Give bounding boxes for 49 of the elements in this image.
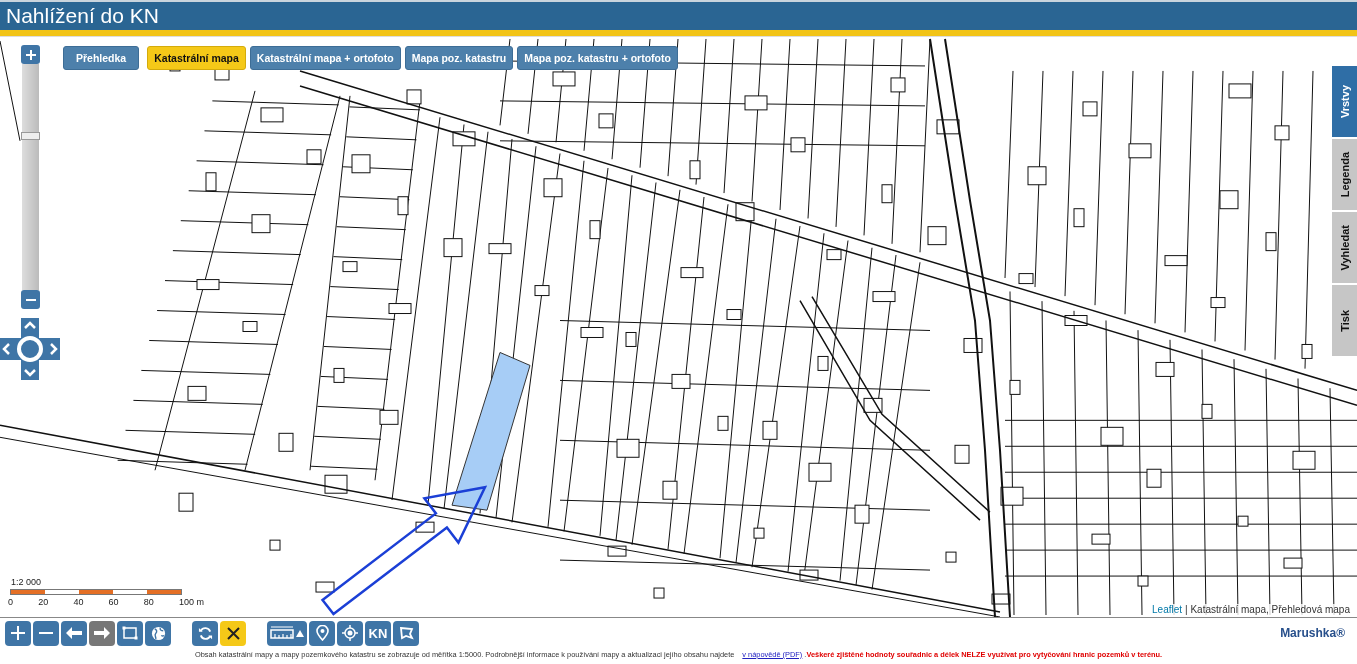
pan-control[interactable] [0,318,60,380]
layer-button[interactable]: Přehledka [63,46,140,70]
locate-button[interactable] [337,620,363,646]
marushka-logo: Marushka® [1280,626,1345,640]
text-button[interactable]: KN [365,620,391,646]
polygon-icon [398,626,414,640]
location-pin-icon [315,625,329,641]
scale-label: 60 [108,597,119,607]
right-arrow-icon [94,627,110,639]
refresh-icon [197,625,213,641]
refresh-button[interactable] [192,620,218,646]
window-title: Nahlížení do KN [6,4,159,28]
plus-icon [25,49,36,60]
scale-label: 100 m [178,597,204,607]
side-tab[interactable]: Vyhledat [1332,212,1357,283]
left-arrow-icon [66,627,82,639]
layer-button[interactable]: Mapa poz. katastru + ortofoto [517,46,678,70]
measure-button[interactable] [267,620,307,646]
layer-button[interactable]: Mapa poz. katastru [404,46,514,70]
zoombox-button[interactable] [117,620,143,646]
zoom-out-button[interactable] [21,290,40,309]
scale-label: 0 [8,597,13,607]
zoom-slider-handle[interactable] [21,131,40,140]
globe-button[interactable] [145,620,171,646]
back-button[interactable] [61,620,87,646]
pin-button[interactable] [309,620,335,646]
side-tab[interactable]: Tisk [1332,285,1357,356]
side-tab[interactable]: Vrstvy [1332,66,1357,137]
rectangle-select-icon [122,626,138,640]
minus-icon [39,631,53,635]
attribution-text: | Katastrální mapa, Přehledová mapa [1185,604,1350,615]
scale-label: 40 [73,597,84,607]
layer-button[interactable]: Katastrální mapa [147,46,246,70]
side-tab[interactable]: Legenda [1332,139,1357,210]
leaflet-link[interactable]: Leaflet [1152,604,1183,615]
layer-button[interactable]: Katastrální mapa + ortofoto [249,46,401,70]
zoomin-button[interactable] [5,620,31,646]
ruler-icon [270,626,304,640]
zoomout-button[interactable] [33,620,59,646]
clear-button[interactable] [220,620,246,646]
close-icon [226,626,240,640]
zoom-in-button[interactable] [21,45,40,64]
scale-label: 20 [38,597,49,607]
scale-label: 80 [143,597,154,607]
scale-ratio: 1:2 000 [11,577,43,587]
crosshair-icon [342,625,358,641]
plus-icon [11,626,25,640]
shape-button[interactable] [393,620,419,646]
globe-icon [150,625,166,641]
